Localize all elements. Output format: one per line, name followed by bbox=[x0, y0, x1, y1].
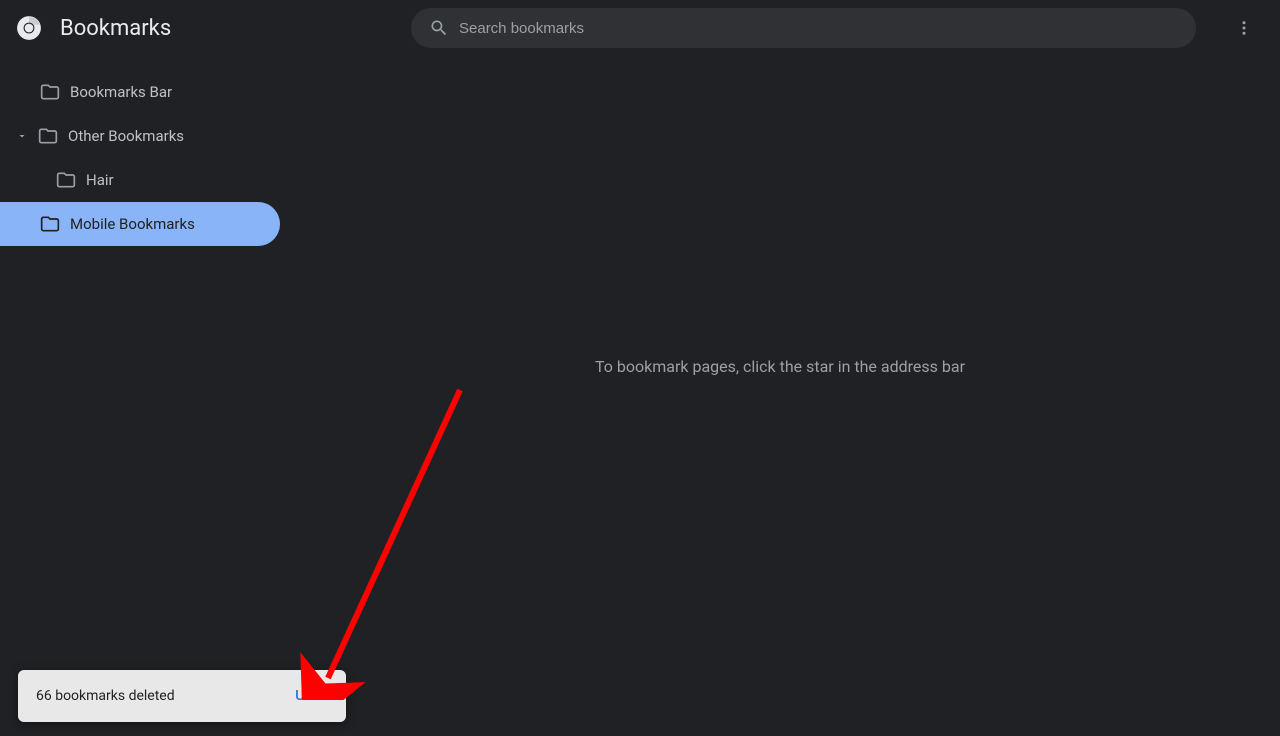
toast: 66 bookmarks deleted Undo bbox=[18, 670, 346, 722]
sidebar-item-hair[interactable]: Hair bbox=[0, 158, 280, 202]
sidebar-item-label: Other Bookmarks bbox=[68, 127, 184, 145]
sidebar-item-label: Bookmarks Bar bbox=[70, 83, 172, 101]
search-icon bbox=[429, 18, 449, 38]
folder-icon bbox=[40, 214, 60, 234]
folder-icon bbox=[40, 82, 60, 102]
sidebar-item-mobile-bookmarks[interactable]: Mobile Bookmarks bbox=[0, 202, 280, 246]
folder-icon bbox=[38, 126, 58, 146]
undo-button[interactable]: Undo bbox=[295, 688, 328, 704]
search-input[interactable] bbox=[459, 20, 1178, 37]
folder-icon bbox=[56, 170, 76, 190]
page-title: Bookmarks bbox=[60, 16, 171, 41]
chevron-down-icon bbox=[16, 130, 28, 142]
sidebar-item-label: Mobile Bookmarks bbox=[70, 215, 195, 233]
header: Bookmarks bbox=[0, 0, 1280, 56]
kebab-icon bbox=[1235, 19, 1253, 37]
empty-state-message: To bookmark pages, click the star in the… bbox=[595, 357, 965, 376]
toast-message: 66 bookmarks deleted bbox=[36, 688, 175, 704]
sidebar-item-other-bookmarks[interactable]: Other Bookmarks bbox=[0, 114, 280, 158]
main-content: To bookmark pages, click the star in the… bbox=[280, 56, 1280, 736]
sidebar: Bookmarks Bar Other Bookmarks Hair Mobil… bbox=[0, 56, 280, 736]
search-box[interactable] bbox=[411, 8, 1196, 48]
chrome-logo-icon bbox=[16, 15, 42, 41]
more-menu-button[interactable] bbox=[1224, 8, 1264, 48]
sidebar-item-bookmarks-bar[interactable]: Bookmarks Bar bbox=[0, 70, 280, 114]
sidebar-item-label: Hair bbox=[86, 171, 114, 189]
header-left: Bookmarks bbox=[16, 15, 411, 41]
